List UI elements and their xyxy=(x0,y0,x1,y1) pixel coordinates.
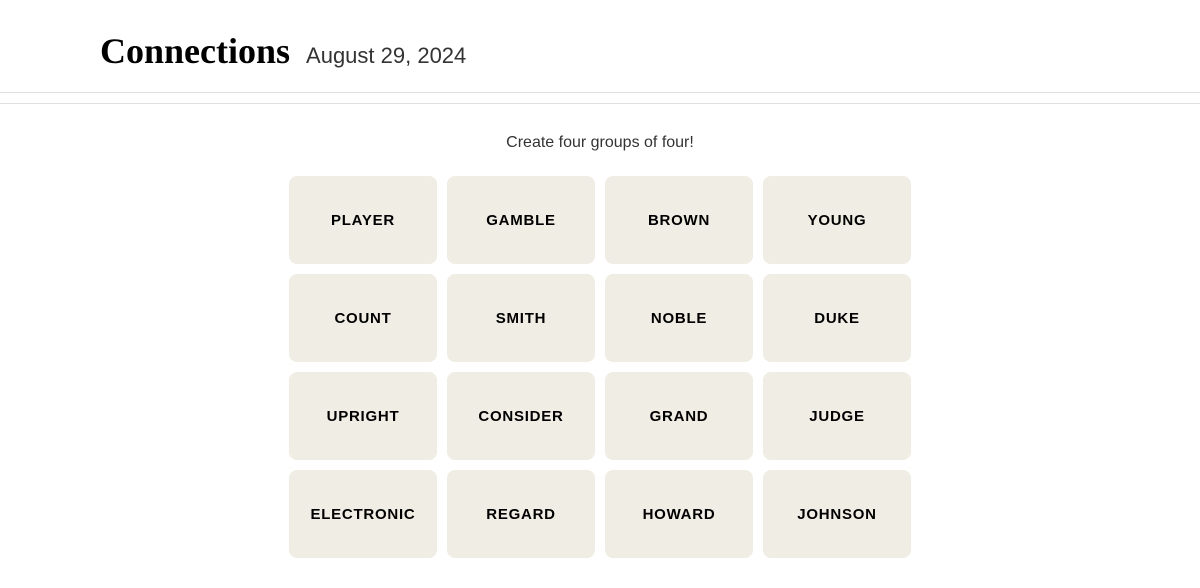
tile-13[interactable]: ELECTRONIC xyxy=(289,470,437,558)
tile-3[interactable]: BROWN xyxy=(605,176,753,264)
tile-11[interactable]: GRAND xyxy=(605,372,753,460)
tile-8[interactable]: DUKE xyxy=(763,274,911,362)
tile-1[interactable]: PLAYER xyxy=(289,176,437,264)
tile-10[interactable]: CONSIDER xyxy=(447,372,595,460)
tile-5[interactable]: COUNT xyxy=(289,274,437,362)
tile-grid: PLAYERGAMBLEBROWNYOUNG COUNTSMITHNOBLEDUK… xyxy=(289,176,911,558)
main-content: Create four groups of four! PLAYERGAMBLE… xyxy=(0,104,1200,588)
tile-16[interactable]: JOHNSON xyxy=(763,470,911,558)
tile-7[interactable]: NOBLE xyxy=(605,274,753,362)
tile-14[interactable]: REGARD xyxy=(447,470,595,558)
game-date: August 29, 2024 xyxy=(306,43,466,69)
app-title: Connections xyxy=(100,30,290,72)
header: Connections August 29, 2024 xyxy=(0,0,1200,93)
tile-15[interactable]: HOWARD xyxy=(605,470,753,558)
instructions: Create four groups of four! xyxy=(506,134,694,152)
tile-12[interactable]: JUDGE xyxy=(763,372,911,460)
header-title-row: Connections August 29, 2024 xyxy=(100,30,1160,72)
tile-4[interactable]: YOUNG xyxy=(763,176,911,264)
tile-6[interactable]: SMITH xyxy=(447,274,595,362)
tile-9[interactable]: UPRIGHT xyxy=(289,372,437,460)
tile-2[interactable]: GAMBLE xyxy=(447,176,595,264)
